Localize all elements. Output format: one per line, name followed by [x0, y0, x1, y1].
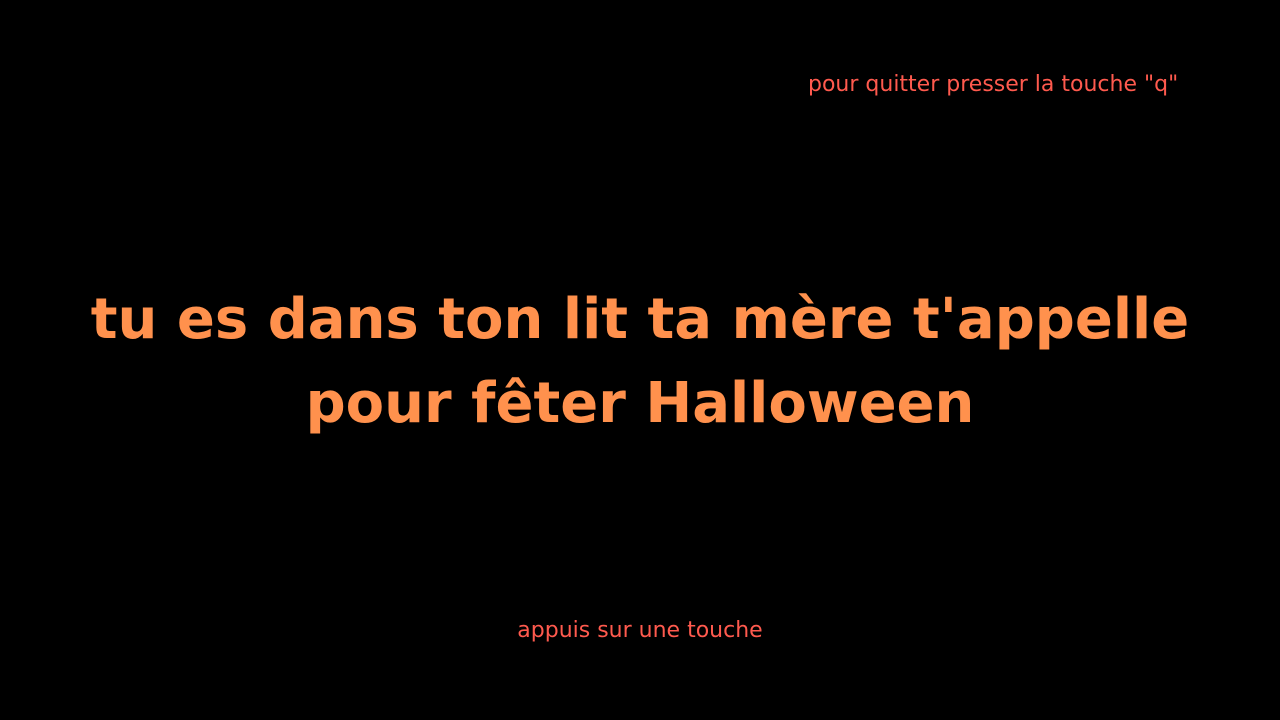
story-text: tu es dans ton lit ta mère t'appelle pou… [0, 278, 1280, 446]
story-line-2: pour fêter Halloween [305, 371, 975, 436]
continue-hint: appuis sur une touche [517, 618, 763, 643]
quit-hint: pour quitter presser la touche "q" [808, 72, 1179, 97]
story-line-1: tu es dans ton lit ta mère t'appelle [90, 287, 1190, 352]
game-screen[interactable]: pour quitter presser la touche "q" tu es… [0, 0, 1280, 720]
